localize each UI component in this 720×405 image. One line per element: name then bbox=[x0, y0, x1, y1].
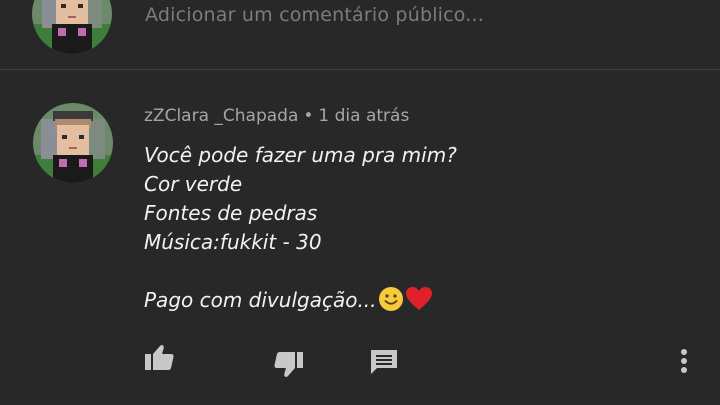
like-button[interactable] bbox=[143, 343, 177, 373]
smiling-face-icon bbox=[378, 286, 404, 320]
user-avatar bbox=[32, 0, 112, 54]
comment-closing-line: Pago com divulgação... bbox=[144, 286, 684, 315]
comment-text: Você pode fazer uma pra mim? Cor verde F… bbox=[144, 141, 684, 315]
comment-line: Música:fukkit - 30 bbox=[144, 230, 322, 254]
comment-line: Fontes de pedras bbox=[144, 201, 318, 225]
comment-line: Cor verde bbox=[144, 172, 243, 196]
reply-button[interactable] bbox=[369, 347, 399, 377]
more-vert-icon bbox=[681, 349, 687, 373]
comment-author-avatar[interactable] bbox=[33, 103, 113, 183]
divider bbox=[0, 69, 720, 70]
comment-blank-line bbox=[144, 257, 684, 286]
comment-timestamp: 1 dia atrás bbox=[318, 106, 410, 126]
comment-header: zZClara _Chapada • 1 dia atrás bbox=[144, 106, 409, 126]
thumbs-up-icon bbox=[145, 345, 174, 370]
comments-screen: Adicionar um comentário público... zZCla… bbox=[0, 0, 720, 405]
comment-line: Você pode fazer uma pra mim? bbox=[144, 143, 457, 167]
comment-composer: Adicionar um comentário público... bbox=[0, 0, 720, 70]
red-heart-icon bbox=[405, 286, 433, 320]
header-separator: • bbox=[303, 106, 314, 126]
comment-closing-text: Pago com divulgação... bbox=[144, 288, 377, 312]
comment-input[interactable]: Adicionar um comentário público... bbox=[145, 4, 484, 26]
more-options-button[interactable] bbox=[674, 346, 694, 376]
thumbs-down-icon bbox=[274, 352, 303, 377]
comment-author-name[interactable]: zZClara _Chapada bbox=[144, 106, 298, 126]
dislike-button[interactable] bbox=[271, 349, 305, 379]
reply-comment-icon bbox=[371, 350, 397, 374]
